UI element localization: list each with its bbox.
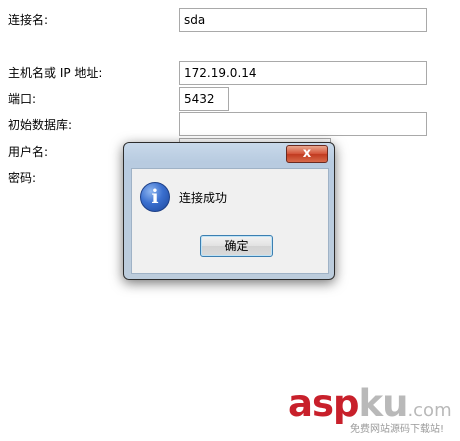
database-input[interactable] [179,112,427,136]
dialog-content: i 连接成功 确定 [131,168,329,274]
info-icon: i [140,182,170,212]
watermark: aspku.com 免费网站源码下载站! [288,384,458,438]
watermark-logo-red: asp [288,382,359,425]
port-input[interactable]: 5432 [179,87,229,111]
host-label: 主机名或 IP 地址: [8,66,103,80]
success-dialog: x i 连接成功 确定 [123,142,335,280]
password-label: 密码: [8,171,37,185]
ok-button[interactable]: 确定 [200,235,273,257]
connection-name-input[interactable]: sda [179,8,427,32]
name-label: 连接名: [8,13,49,27]
port-label: 端口: [8,92,37,106]
host-input[interactable]: 172.19.0.14 [179,61,427,85]
dialog-message: 连接成功 [179,191,228,205]
close-button[interactable]: x [286,145,328,163]
watermark-logo-gray: ku [358,382,408,425]
watermark-domain: .com [407,400,452,421]
database-label: 初始数据库: [8,118,73,132]
username-label: 用户名: [8,145,49,159]
watermark-slogan: 免费网站源码下载站! [350,424,445,435]
